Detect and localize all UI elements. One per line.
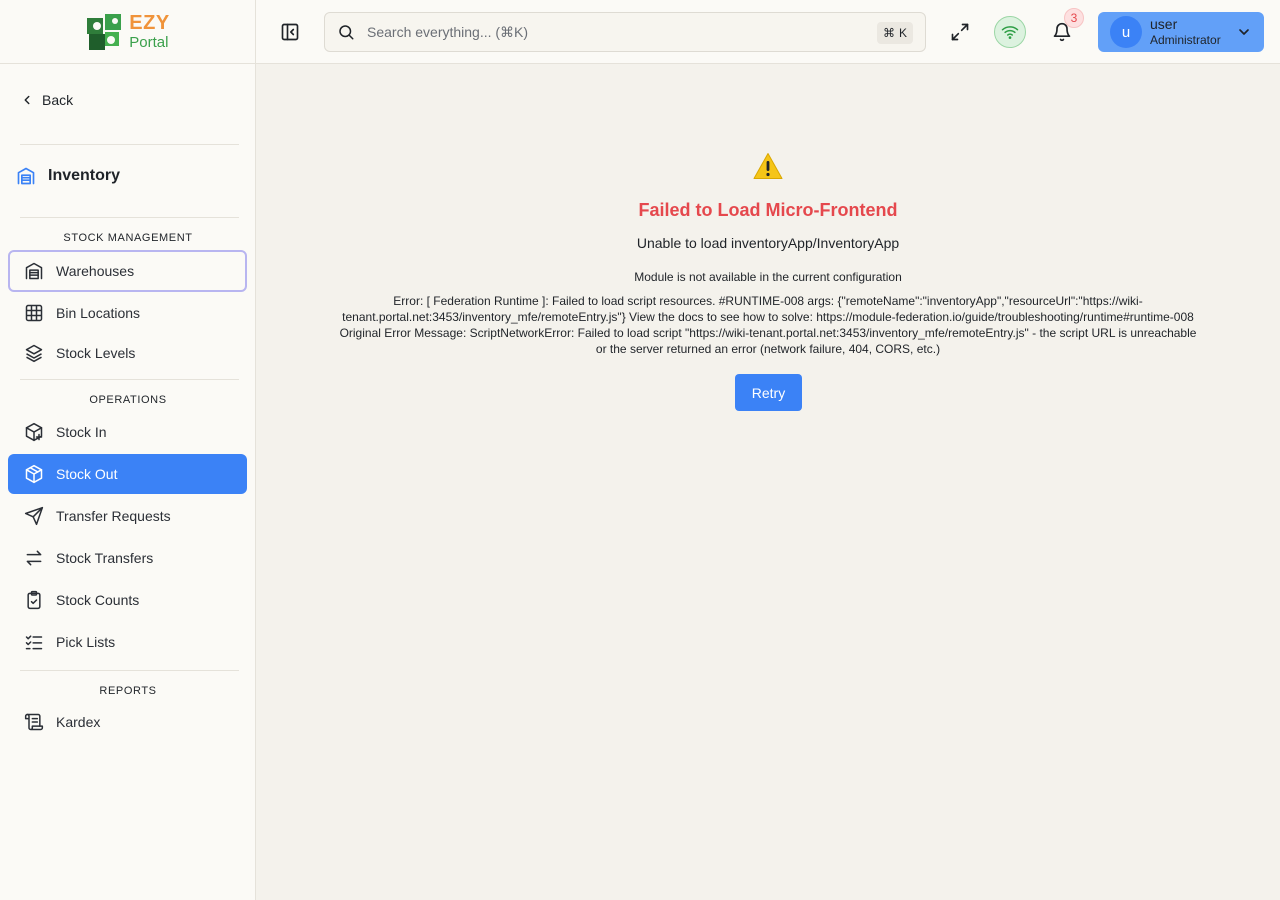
group-label-reports: REPORTS <box>99 685 157 697</box>
section-title: Inventory <box>16 166 120 186</box>
user-role: Administrator <box>1150 33 1221 48</box>
sidebar-item-bin-locations[interactable]: Bin Locations <box>8 293 247 333</box>
chevron-down-icon <box>1239 29 1249 35</box>
back-link[interactable]: Back <box>20 92 73 108</box>
logo-mark-icon <box>87 13 122 50</box>
sidebar-item-label: Pick Lists <box>56 634 116 650</box>
inventory-icon <box>17 167 35 185</box>
sidebar-item-label: Kardex <box>56 714 101 730</box>
sidebar-item-kardex[interactable]: Kardex <box>8 702 247 742</box>
warning-icon <box>753 153 783 179</box>
group-label-operations: OPERATIONS <box>89 394 167 406</box>
shortcut-key: K <box>898 26 907 40</box>
sidebar-item-label: Stock Out <box>56 466 118 482</box>
sidebar-item-stock-in[interactable]: Stock In <box>8 412 247 452</box>
sidebar-item-label: Bin Locations <box>56 305 141 321</box>
fullscreen-button[interactable] <box>944 16 976 48</box>
sidebar-item-label: Warehouses <box>56 263 135 279</box>
brand-logo[interactable]: EZY Portal <box>85 12 169 52</box>
warehouse-icon <box>25 262 43 280</box>
error-subtitle: Unable to load inventoryApp/InventoryApp <box>636 235 900 251</box>
error-detail: Error: [ Federation Runtime ]: Failed to… <box>339 294 1197 356</box>
main-content: Failed to Load Micro-Frontend Unable to … <box>256 64 1280 900</box>
error-title: Failed to Load Micro-Frontend <box>638 200 898 220</box>
search-icon <box>339 25 354 40</box>
clipboard-check-icon <box>27 590 41 610</box>
divider <box>20 379 239 380</box>
sidebar-item-stock-counts[interactable]: Stock Counts <box>8 580 247 620</box>
brand-name-bottom: Portal <box>129 34 169 51</box>
chevron-left-icon <box>24 95 30 105</box>
top-header: ⌘ K 3 u user Administrator <box>256 0 1280 64</box>
shortcut-symbol: ⌘ <box>882 26 895 40</box>
brand-name-top: EZY <box>129 12 170 34</box>
list-checks-icon <box>25 635 43 650</box>
notification-count-badge: 3 <box>1064 8 1084 28</box>
sidebar-item-label: Stock Counts <box>56 592 140 608</box>
sidebar-item-label: Stock Transfers <box>56 550 154 566</box>
sidebar-item-stock-out[interactable]: Stock Out <box>8 454 247 494</box>
logo-area: EZY Portal <box>0 0 255 64</box>
divider <box>20 217 239 218</box>
sidebar-item-warehouses[interactable]: Warehouses <box>8 250 247 292</box>
sidebar-item-label: Transfer Requests <box>56 508 171 524</box>
sidebar-item-label: Stock In <box>56 424 107 440</box>
arrows-left-right-icon <box>26 550 42 566</box>
package-icon <box>25 464 43 484</box>
wifi-icon <box>1001 26 1019 39</box>
divider <box>20 670 239 671</box>
sidebar-item-label: Stock Levels <box>56 345 136 361</box>
sidebar-item-stock-levels[interactable]: Stock Levels <box>8 333 247 373</box>
maximize-icon <box>951 23 969 41</box>
shortcut-hint: ⌘ K <box>876 22 913 44</box>
user-menu-button[interactable]: u user Administrator <box>1098 12 1264 52</box>
sidebar: EZY Portal Back Inventory STOCK MANAGEME… <box>0 0 256 900</box>
sidebar-item-stock-transfers[interactable]: Stock Transfers <box>8 538 247 578</box>
section-title-label: Inventory <box>48 167 121 184</box>
search-bar[interactable]: ⌘ K <box>324 12 926 52</box>
sidebar-item-transfer-requests[interactable]: Transfer Requests <box>8 496 247 536</box>
connection-status-button[interactable] <box>994 16 1026 48</box>
scroll-icon <box>24 713 44 731</box>
group-label-stock-management: STOCK MANAGEMENT <box>63 232 193 244</box>
search-input[interactable] <box>367 24 847 40</box>
panel-left-icon <box>281 23 299 41</box>
avatar: u <box>1110 16 1142 48</box>
sidebar-item-pick-lists[interactable]: Pick Lists <box>8 622 247 662</box>
grid-icon <box>25 304 43 322</box>
user-name: user <box>1150 16 1178 33</box>
retry-button[interactable]: Retry <box>735 374 802 411</box>
back-label: Back <box>42 92 74 108</box>
error-message: Module is not available in the current c… <box>634 270 902 284</box>
divider <box>20 144 239 145</box>
sidebar-toggle-button[interactable] <box>278 20 302 44</box>
layers-icon <box>25 344 43 363</box>
send-icon <box>24 506 44 526</box>
package-plus-icon <box>25 422 43 442</box>
